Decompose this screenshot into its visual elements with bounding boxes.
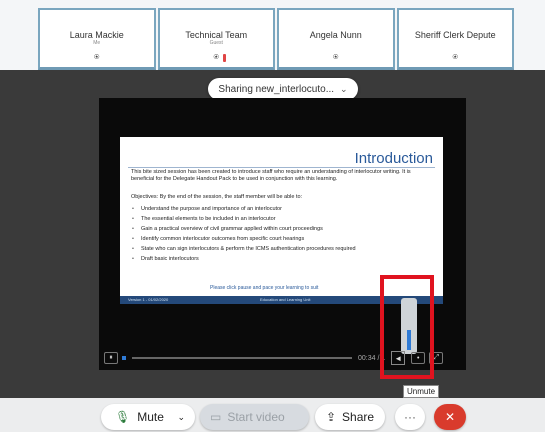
seek-bar[interactable]	[132, 357, 352, 359]
share-label: Share	[342, 410, 375, 424]
mic-icon: ⍟	[452, 52, 458, 62]
participant-subtitle: Guest	[209, 40, 223, 46]
highlight-box	[380, 275, 434, 379]
participant-tile[interactable]: Laura Mackie Me ⍟	[38, 8, 156, 70]
slide-footer-unit: Education and Learning Unit	[260, 297, 311, 302]
mic-muted-icon: ⍟	[94, 52, 100, 62]
mic-icon: 🎙	[115, 410, 131, 424]
video-icon: ▭	[210, 410, 222, 424]
share-button[interactable]: ⇪ Share	[315, 404, 385, 430]
participant-list: Laura Mackie Me ⍟ Technical Team Guest ⍟…	[38, 8, 516, 70]
chevron-down-icon: ⌄	[340, 83, 348, 94]
list-item: Draft basic interlocutors	[132, 254, 441, 264]
share-icon: ⇪	[325, 410, 337, 424]
list-item: Gain a practical overview of civil gramm…	[132, 224, 441, 234]
start-video-button[interactable]: ▭ Start video	[200, 404, 309, 430]
slide-divider	[128, 167, 435, 168]
objective-list: Understand the purpose and importance of…	[131, 204, 441, 264]
video-label: Start video	[227, 410, 285, 424]
sharing-label: Sharing new_interlocuto...	[218, 83, 335, 95]
list-item: Identify common interlocutor outcomes fr…	[132, 234, 441, 244]
participant-tile[interactable]: Sheriff Clerk Depute ⍟	[396, 8, 514, 70]
participant-name: Angela Nunn	[309, 30, 362, 40]
mute-label: Mute	[137, 410, 164, 424]
leave-call-button[interactable]: ✕	[434, 404, 466, 430]
list-item: The essential elements to be included in…	[132, 214, 441, 224]
chevron-down-icon[interactable]: ⌄	[177, 412, 185, 423]
participant-name: Technical Team	[185, 30, 248, 40]
participant-tile[interactable]: Angela Nunn ⍟	[277, 8, 395, 70]
mute-button[interactable]: 🎙 Mute ⌄	[101, 404, 195, 430]
list-item: State who can sign interlocutors & perfo…	[132, 244, 441, 254]
participant-tile[interactable]: Technical Team Guest ⍟	[157, 8, 275, 70]
mic-icon: ⍟	[213, 52, 219, 62]
participant-name: Laura Mackie	[69, 30, 124, 40]
sharing-dropdown[interactable]: Sharing new_interlocuto... ⌄	[208, 78, 358, 100]
slide-title: Introduction	[354, 150, 433, 167]
mic-icon: ⍟	[333, 52, 339, 62]
participant-subtitle: Me	[93, 40, 101, 46]
speaking-indicator-icon	[223, 54, 227, 62]
list-item: Understand the purpose and importance of…	[132, 204, 441, 214]
more-options-button[interactable]: ···	[395, 404, 425, 430]
participant-name: Sheriff Clerk Depute	[414, 30, 496, 40]
slide-intro-text: This bite sized session has been created…	[131, 169, 411, 182]
slide-note: Please click pause and pace your learnin…	[210, 285, 319, 291]
seek-handle[interactable]	[122, 356, 126, 360]
more-icon: ···	[404, 410, 416, 424]
slide-footer-version: Version 1 - 01/02/2020	[128, 297, 169, 302]
unmute-tooltip: Unmute	[403, 385, 440, 398]
pause-button[interactable]: ⏸	[104, 352, 118, 364]
close-icon: ✕	[444, 410, 456, 424]
slide-objectives: Objectives: By the end of the session, t…	[131, 194, 303, 200]
